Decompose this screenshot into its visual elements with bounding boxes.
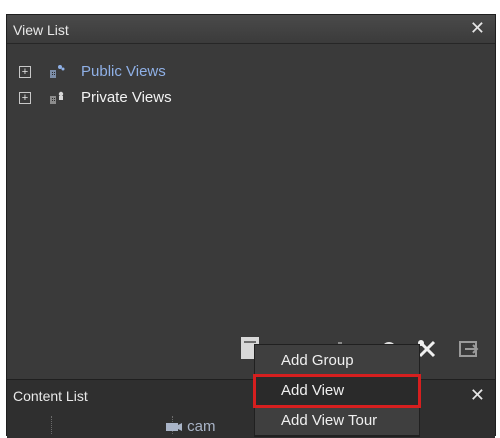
close-icon[interactable]: ✕	[470, 18, 485, 38]
menu-item-label: Add Group	[281, 352, 354, 369]
menu-item-label: Add View	[281, 382, 345, 399]
view-list-titlebar: View List ✕	[7, 15, 495, 44]
close-icon[interactable]: ✕	[470, 385, 485, 406]
content-list-panel: Content List ✕ cam	[7, 379, 495, 438]
camera-label[interactable]: cam	[187, 418, 215, 435]
context-menu: Add Group Add View Add View Tour	[253, 344, 421, 436]
tree-item-label[interactable]: Private Views	[81, 89, 172, 106]
export-icon[interactable]	[457, 338, 481, 365]
view-list-title: View List	[13, 22, 69, 38]
content-list-title: Content List	[13, 388, 88, 404]
menu-item-add-view-tour[interactable]: Add View Tour	[255, 406, 419, 436]
menu-item-label: Add View Tour	[281, 412, 378, 429]
menu-item-add-group[interactable]: Add Group	[255, 346, 419, 376]
grid-public-icon	[49, 63, 65, 79]
view-list-toolbar	[7, 331, 495, 365]
grid-private-icon	[49, 89, 65, 105]
camera-icon	[165, 418, 187, 435]
tree-item-label[interactable]: Public Views	[81, 63, 166, 80]
view-list-panel: View List ✕ + Public Views + Private Vie…	[6, 14, 496, 438]
expand-icon[interactable]: +	[19, 66, 31, 78]
menu-item-add-view[interactable]: Add View	[253, 374, 421, 408]
tree-guides	[51, 416, 173, 434]
camera-row[interactable]: cam	[165, 418, 216, 435]
expand-icon[interactable]: +	[19, 92, 31, 104]
